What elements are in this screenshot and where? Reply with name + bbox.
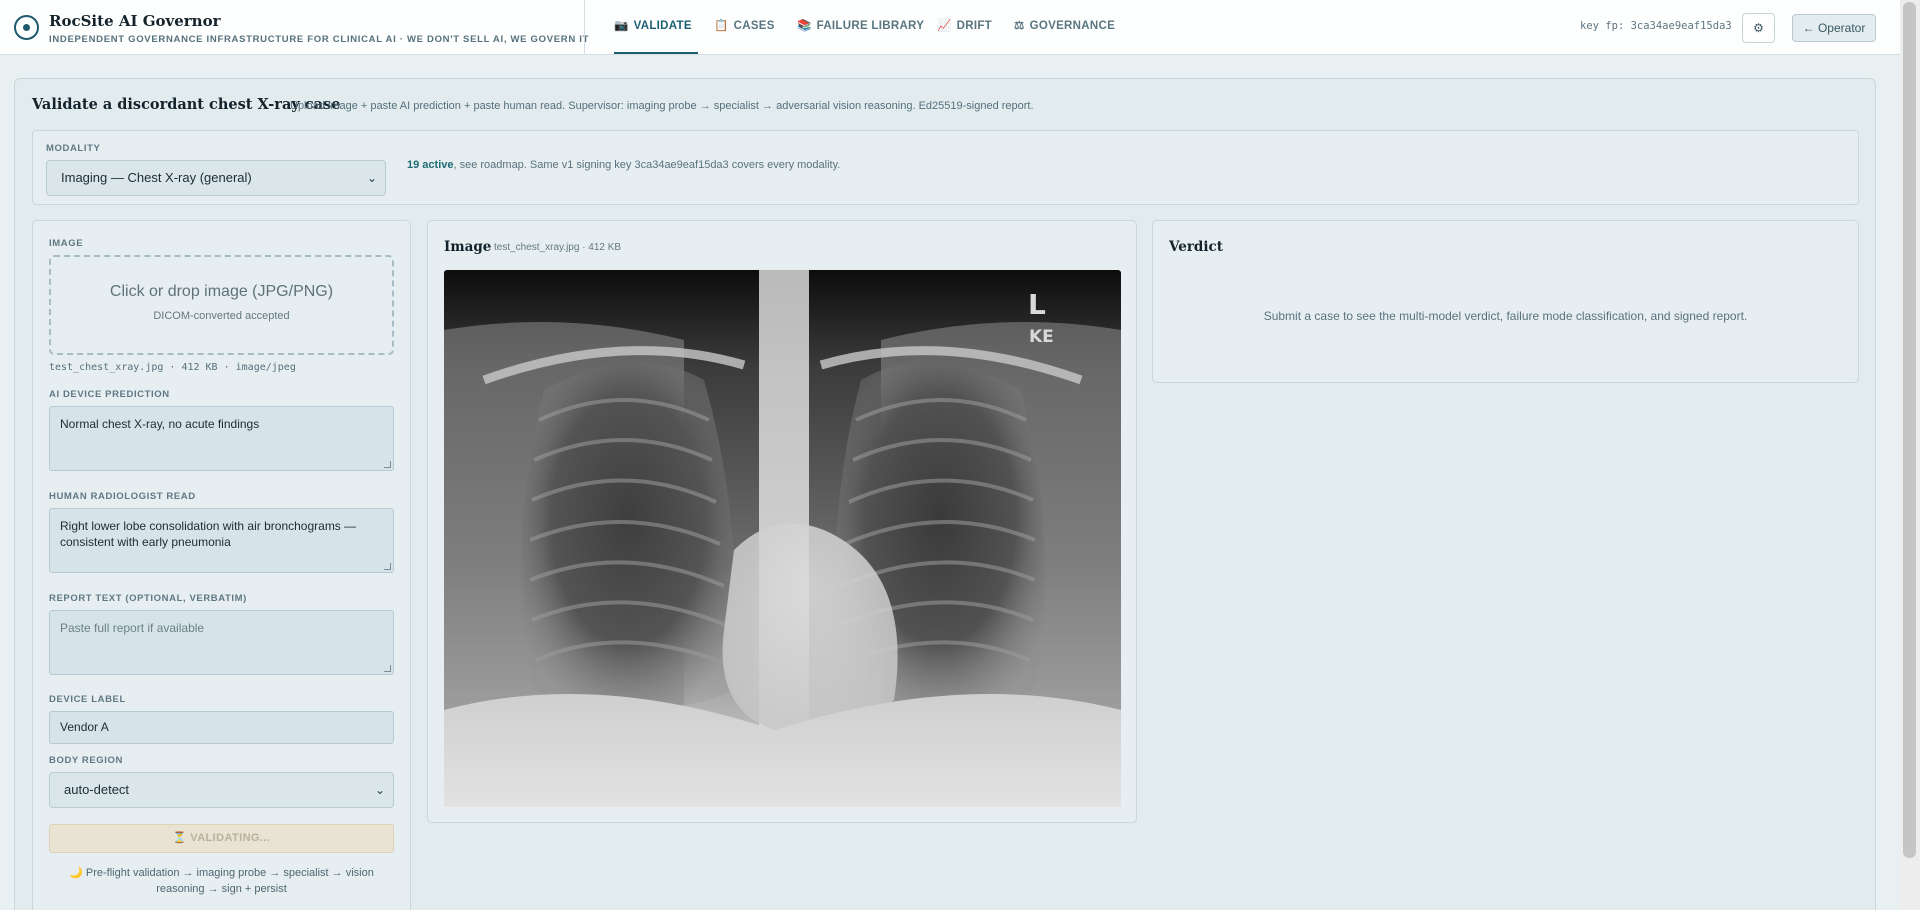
report-text-label: REPORT TEXT (OPTIONAL, VERBATIM) — [49, 593, 247, 604]
dropzone-sub-text: DICOM-converted accepted — [153, 310, 290, 322]
ai-prediction-value: Normal chest X-ray, no acute findings — [60, 417, 260, 431]
clipboard-icon: 📋 — [714, 20, 729, 32]
tab-cases-label: CASES — [733, 20, 775, 32]
case-form-panel: IMAGE Click or drop image (JPG/PNG) DICO… — [32, 220, 411, 910]
image-meta: test_chest_xray.jpg · 412 KB — [494, 242, 622, 253]
verdict-title: Verdict — [1169, 239, 1223, 255]
validate-section: Validate a discordant chest X-ray case U… — [14, 78, 1876, 910]
resize-handle-icon[interactable] — [384, 665, 391, 672]
active-count-link[interactable]: 19 active — [407, 159, 453, 171]
operator-button[interactable]: ← Operator — [1792, 14, 1876, 42]
verdict-message: Submit a case to see the multi-model ver… — [1263, 309, 1748, 323]
tab-drift-label: DRIFT — [956, 20, 992, 32]
tab-cases[interactable]: 📋 CASES — [714, 0, 775, 54]
resize-handle-icon[interactable] — [384, 563, 391, 570]
tab-failure-library[interactable]: 📚 FAILURE LIBRARY — [797, 0, 924, 54]
body-region-value: auto-detect — [64, 782, 130, 797]
modality-select[interactable]: Imaging — Chest X-ray (general) ⌄ — [46, 160, 386, 196]
chest-xray-image: L KE — [444, 270, 1121, 807]
body-region-select[interactable]: auto-detect ⌄ — [49, 772, 394, 808]
nav-divider — [584, 0, 585, 54]
device-label-input[interactable]: Vendor A — [49, 711, 394, 744]
body-region-label: BODY REGION — [49, 755, 123, 766]
human-read-label: HUMAN RADIOLOGIST READ — [49, 491, 196, 502]
validate-button[interactable]: ⏳ VALIDATING... — [49, 824, 394, 853]
image-panel: Image test_chest_xray.jpg · 412 KB L KE — [427, 220, 1137, 823]
resize-handle-icon[interactable] — [384, 461, 391, 468]
modality-panel: MODALITY Imaging — Chest X-ray (general)… — [32, 130, 1859, 205]
scrollbar-thumb[interactable] — [1903, 2, 1916, 858]
app-subtitle: INDEPENDENT GOVERNANCE INFRASTRUCTURE FO… — [49, 34, 590, 45]
marker-l: L — [1028, 288, 1046, 321]
books-icon: 📚 — [797, 20, 812, 32]
modality-note-text: , see roadmap. Same v1 signing key 3ca34… — [453, 159, 841, 171]
chevron-down-icon: ⌄ — [374, 783, 385, 797]
modality-label: MODALITY — [46, 143, 101, 154]
preflight-status: 🌙 Pre-flight validation → imaging probe … — [69, 867, 374, 895]
tab-validate-label: VALIDATE — [633, 20, 692, 32]
tab-validate[interactable]: 📷 VALIDATE — [614, 0, 698, 54]
report-text-textarea[interactable]: Paste full report if available — [49, 610, 394, 675]
modality-select-value: Imaging — Chest X-ray (general) — [61, 170, 252, 185]
ai-prediction-textarea[interactable]: Normal chest X-ray, no acute findings — [49, 406, 394, 471]
device-label-label: DEVICE LABEL — [49, 694, 126, 705]
settings-button[interactable]: ⚙ — [1742, 13, 1775, 43]
tab-governance[interactable]: ⚖ GOVERNANCE — [1014, 0, 1115, 54]
chevron-down-icon: ⌄ — [366, 171, 377, 185]
page-description: Upload image + paste AI prediction + pas… — [290, 100, 1034, 112]
ai-prediction-label: AI DEVICE PREDICTION — [49, 389, 170, 400]
tab-governance-label: GOVERNANCE — [1029, 20, 1116, 32]
report-text-placeholder: Paste full report if available — [60, 621, 205, 635]
verdict-panel: Verdict Submit a case to see the multi-m… — [1152, 220, 1859, 383]
image-dropzone[interactable]: Click or drop image (JPG/PNG) DICOM-conv… — [49, 255, 394, 355]
scales-icon: ⚖ — [1014, 20, 1025, 32]
human-read-textarea[interactable]: Right lower lobe consolidation with air … — [49, 508, 394, 573]
image-panel-title: Image — [444, 239, 492, 255]
tab-drift[interactable]: 📈 DRIFT — [937, 0, 992, 54]
human-read-value: Right lower lobe consolidation with air … — [60, 519, 357, 549]
app-title: RocSite AI Governor — [49, 12, 221, 30]
modality-note: 19 active, see roadmap. Same v1 signing … — [407, 159, 840, 171]
camera-icon: 📷 — [614, 20, 629, 32]
brand: RocSite AI Governor INDEPENDENT GOVERNAN… — [14, 12, 589, 45]
top-navigation-bar: RocSite AI Governor INDEPENDENT GOVERNAN… — [0, 0, 1900, 55]
gear-icon: ⚙ — [1753, 21, 1764, 35]
key-fingerprint: key fp: 3ca34ae9eaf15da3 — [1580, 20, 1732, 32]
marker-ke: KE — [1029, 327, 1054, 347]
tab-failure-library-label: FAILURE LIBRARY — [816, 20, 925, 32]
file-meta: test_chest_xray.jpg · 412 KB · image/jpe… — [49, 362, 296, 373]
chart-icon: 📈 — [937, 20, 952, 32]
image-label: IMAGE — [49, 238, 84, 249]
logo-icon — [14, 15, 39, 40]
dropzone-main-text: Click or drop image (JPG/PNG) — [109, 283, 334, 300]
